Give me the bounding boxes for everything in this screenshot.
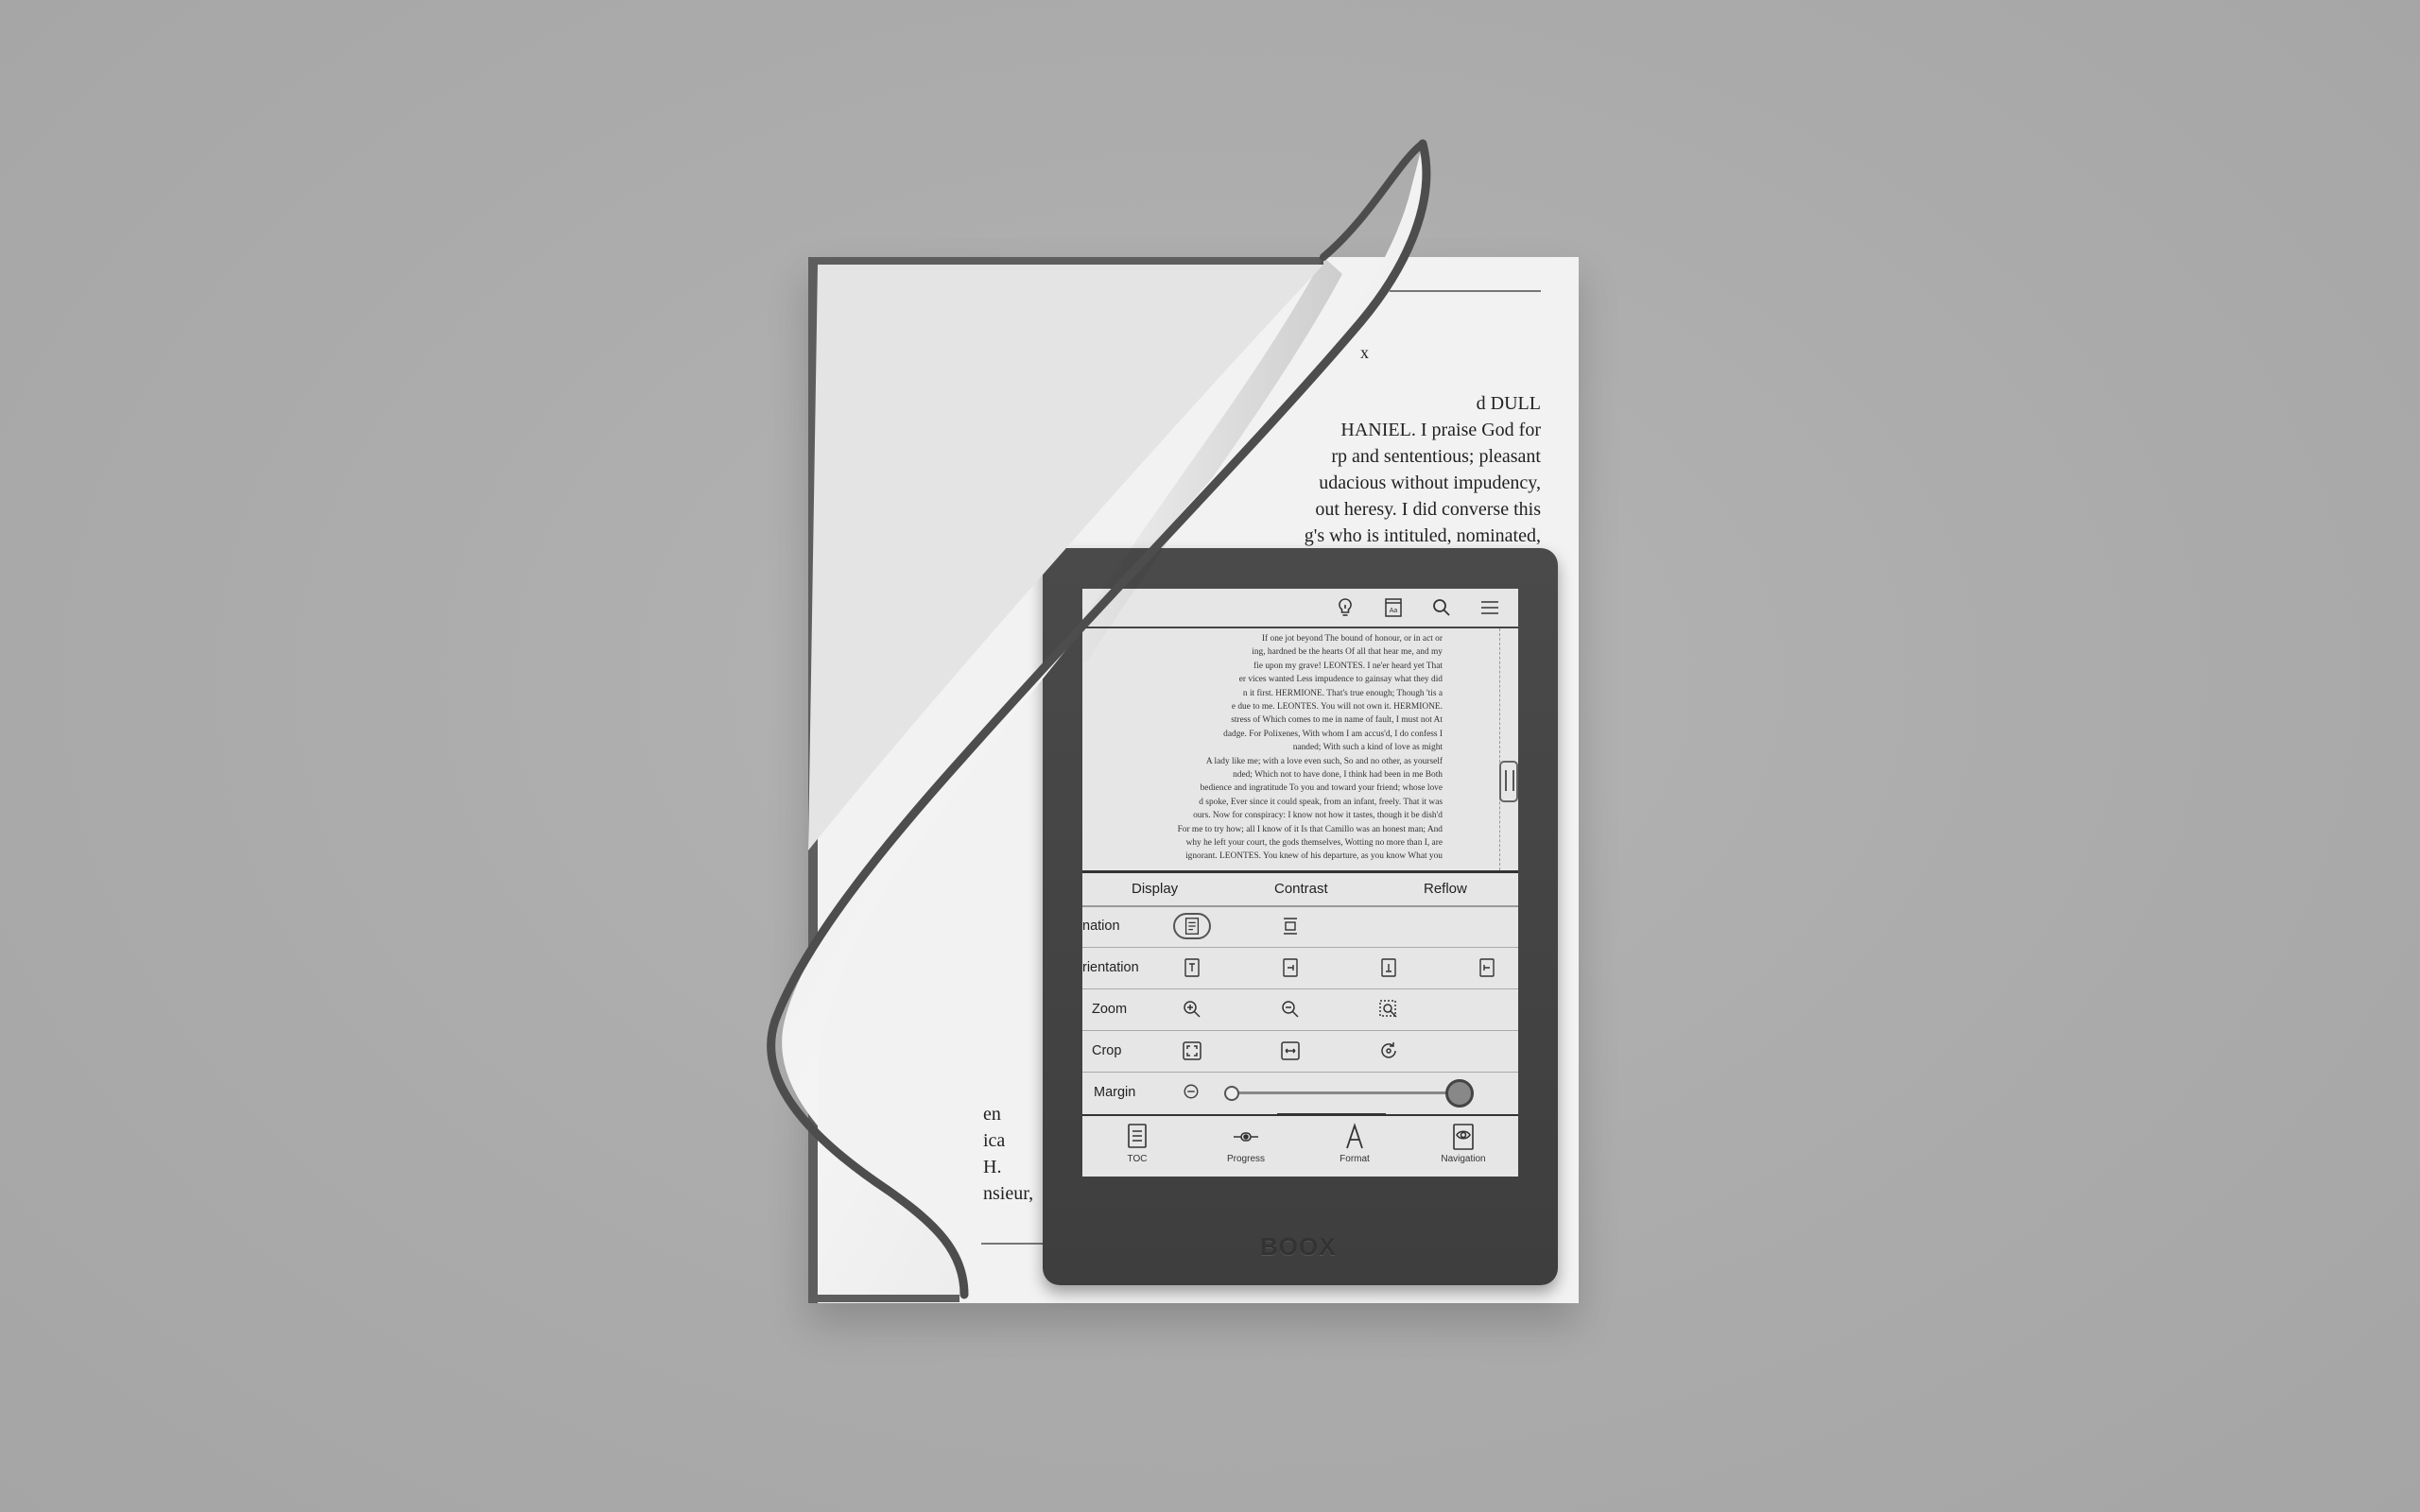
reader-toolbar: Aa [1082,589,1518,628]
progress-icon [1234,1132,1258,1142]
font-settings-icon[interactable]: Aa [1382,596,1405,619]
book-line: HANIEL. I praise God for [1340,420,1541,440]
book-spine [808,257,818,1303]
crop-width-icon[interactable] [1279,1040,1302,1062]
nav-label-progress: Progress [1226,1154,1265,1164]
nav-label-toc: TOC [1127,1154,1148,1164]
nav-navigation[interactable]: Navigation [1426,1122,1501,1164]
format-tabs: Display Contrast Reflow [1082,873,1518,907]
orientation-left-icon[interactable] [1476,956,1498,979]
reading-line: nded; Which not to have done, I think ha… [1233,770,1443,780]
navigation-icon [1453,1124,1474,1150]
lightbulb-icon[interactable] [1334,596,1357,619]
svg-text:Aa: Aa [1390,608,1398,614]
row-label-pagination: nation [1082,919,1120,934]
book-top-edge [808,257,1323,265]
nav-format[interactable]: Format [1317,1122,1392,1164]
reading-line: bedience and ingratitude To you and towa… [1200,783,1443,794]
reading-line: dadge. For Polixenes, With whom I am acc… [1223,729,1443,739]
zoom-in-icon[interactable] [1181,998,1203,1021]
active-tab-indicator [1277,1113,1386,1116]
book-line: g's who is intituled, nominated, [1304,525,1541,546]
pagination-row: nation [1082,905,1518,948]
device-logo: BOOX [1260,1232,1337,1261]
reading-line: n it first. HERMIONE. That's true enough… [1242,688,1443,698]
search-icon[interactable] [1430,596,1453,619]
book-heading-mark: x [1360,343,1369,362]
reading-line: d spoke, Ever since it could speak, from… [1199,797,1443,807]
nav-progress[interactable]: Progress [1208,1122,1284,1164]
book-right-text: d DULL HANIEL. I praise God for rp and s… [1267,390,1541,549]
reading-line: fie upon my grave! LEONTES. I ne'er hear… [1253,661,1443,671]
book-line: d DULL [1476,393,1541,414]
bottom-navigation: TOC Progress Format Navigation [1082,1113,1518,1177]
margin-slider-start [1224,1086,1239,1101]
ereader-screen: Aa If one jot beyond The bound of honour… [1082,589,1518,1177]
margin-row: Margin [1082,1072,1518,1113]
reading-line: nanded; With such a kind of love as migh… [1292,743,1443,753]
nav-toc[interactable]: TOC [1099,1122,1175,1164]
reading-line: A lady like me; with a love even such, S… [1205,756,1443,766]
nav-label-navigation: Navigation [1441,1154,1486,1164]
zoom-out-icon[interactable] [1279,998,1302,1021]
crop-row: Crop [1082,1030,1518,1073]
reading-line: ours. Now for conspiracy: I know not how… [1193,811,1443,821]
margin-slider-thumb[interactable] [1444,1079,1474,1108]
reading-line: stress of Which comes to me in name of f… [1231,715,1443,726]
single-page-option[interactable] [1173,913,1211,939]
book-bottom-edge [808,1295,959,1302]
reading-line: er vices wanted Less impudence to gainsa… [1238,675,1443,685]
reading-line: If one jot beyond The bound of honour, o… [1261,634,1443,644]
row-label-orientation: rientation [1082,960,1139,975]
reading-line: For me to try how; all I know of it Is t… [1177,824,1443,834]
format-menu: Display Contrast Reflow nation rientatio… [1082,870,1518,1177]
format-icon [1346,1123,1363,1149]
reading-line: why he left your court, the gods themsel… [1185,838,1443,848]
tab-display[interactable]: Display [1132,881,1178,897]
zoom-row: Zoom [1082,988,1518,1031]
toc-icon [1128,1124,1147,1148]
orientation-inverted-icon[interactable] [1377,956,1400,979]
nav-label-format: Format [1340,1154,1370,1164]
crop-auto-icon[interactable] [1181,1040,1203,1062]
zoom-selection-icon[interactable] [1377,998,1400,1021]
continuous-scroll-option[interactable] [1279,915,1302,937]
menu-icon[interactable] [1478,596,1501,619]
tab-contrast[interactable]: Contrast [1274,881,1328,897]
book-header-rule [1390,290,1541,292]
row-label-margin: Margin [1094,1085,1136,1100]
row-label-crop: Crop [1092,1043,1122,1058]
orientation-right-icon[interactable] [1279,956,1302,979]
row-label-zoom: Zoom [1092,1002,1128,1017]
reading-area[interactable]: If one jot beyond The bound of honour, o… [1082,628,1518,870]
reading-margin-guide [1499,628,1500,870]
book-line: out heresy. I did converse this [1315,499,1541,520]
orientation-portrait-icon[interactable] [1181,956,1203,979]
sidebar-drag-handle[interactable] [1499,761,1518,802]
book-line: rp and sententious; pleasant [1331,446,1541,467]
orientation-row: rientation [1082,947,1518,989]
crop-reset-icon[interactable] [1377,1040,1400,1062]
margin-slider[interactable] [1231,1091,1474,1094]
reading-line: ing, hardned be the hearts Of all that h… [1252,647,1443,658]
margin-decrease-icon[interactable] [1183,1083,1200,1100]
book-line: udacious without impudency, [1319,472,1541,493]
reading-line: e due to me. LEONTES. You will not own i… [1231,702,1443,712]
tab-reflow[interactable]: Reflow [1424,881,1467,897]
reading-line: ignorant. LEONTES. You knew of his depar… [1185,851,1443,862]
